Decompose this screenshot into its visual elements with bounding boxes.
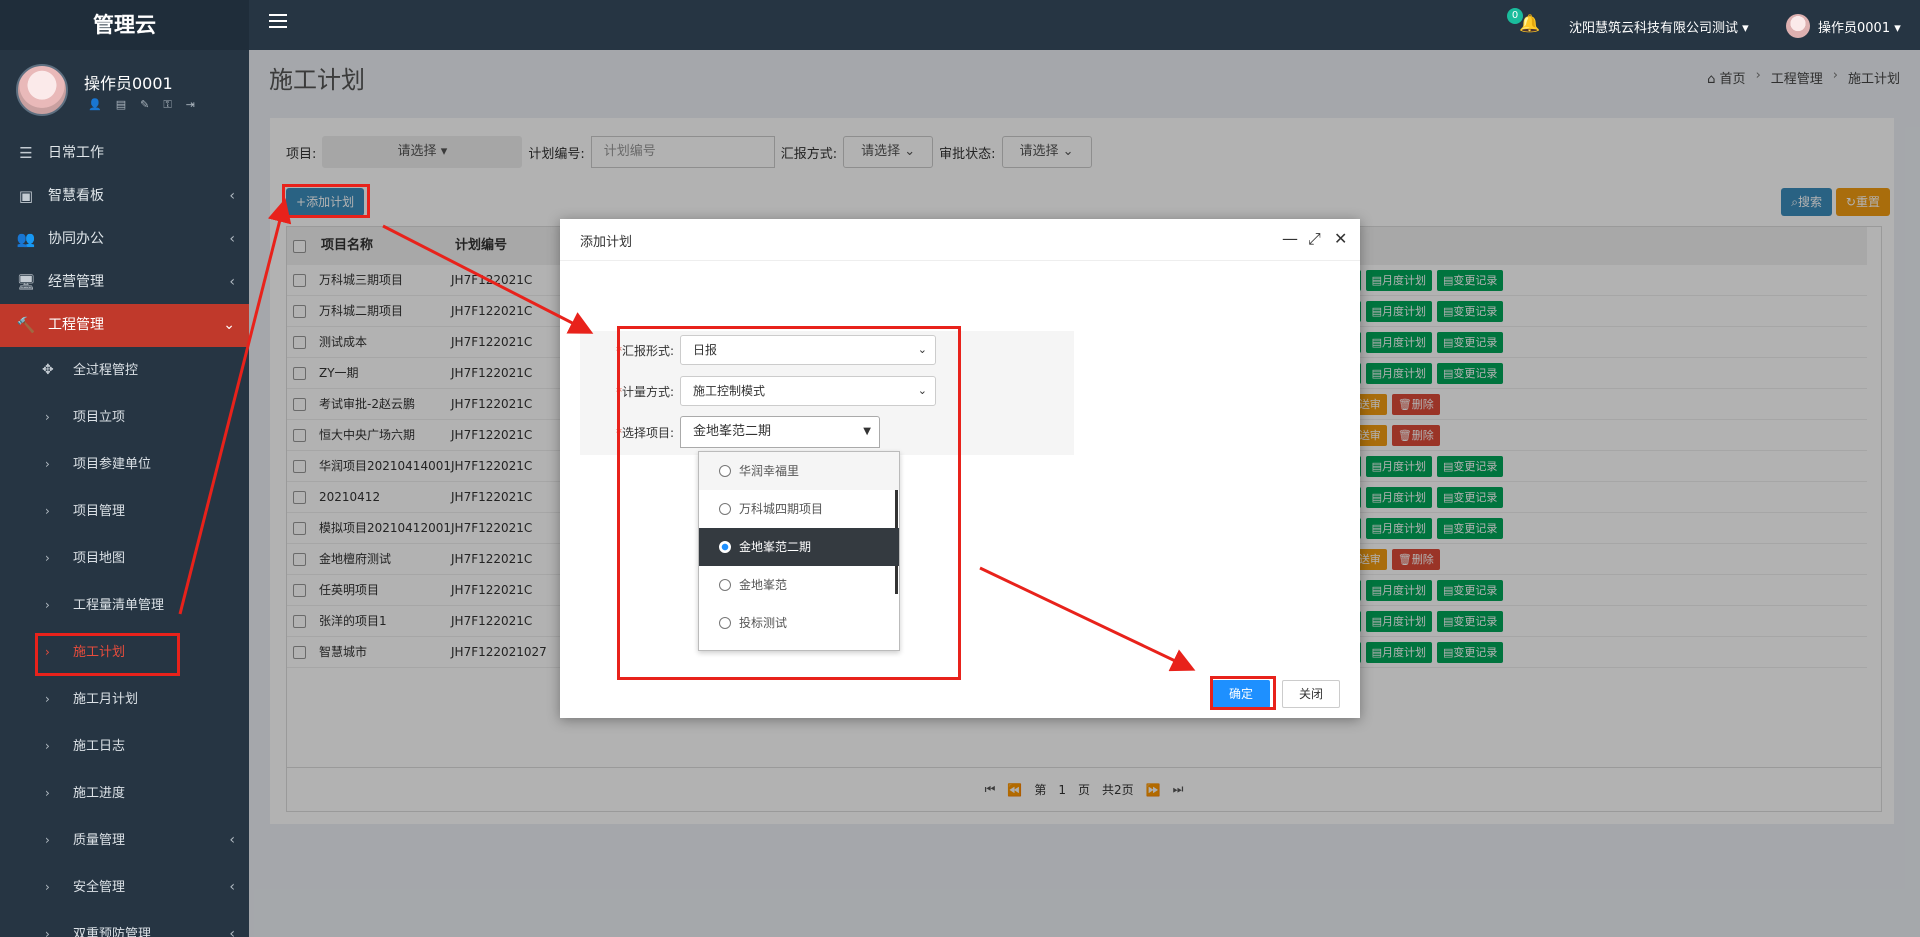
sidebar-menu: ☰ 日常工作 ▣ 智慧看板 ‹ 👥 协同办公 ‹ 🖥 经营管理 ‹ 🔨 工程管理 ⌄ ✥ 全过程管控 › 项目立项… xyxy=(0,132,249,937)
sidebar-item-1[interactable]: ▣ 智慧看板 ‹ xyxy=(0,175,249,218)
chevron-right-icon: › xyxy=(45,739,50,753)
chevron-icon: ‹ xyxy=(229,231,235,247)
sidebar-item-label: 日常工作 xyxy=(48,145,104,161)
menu-toggle-icon[interactable] xyxy=(269,14,287,34)
chevron-icon: ‹ xyxy=(229,926,235,937)
sidebar-subitem-11[interactable]: › 安全管理 ‹ xyxy=(0,864,249,911)
sidebar-subitem-8[interactable]: › 施工日志 xyxy=(0,723,249,770)
sidebar-subitem-5[interactable]: › 工程量清单管理 xyxy=(0,582,249,629)
maximize-icon[interactable]: ⤢ xyxy=(1308,229,1321,249)
annotation-box-confirm xyxy=(1210,676,1276,710)
key-icon[interactable]: ⚿ xyxy=(163,98,171,112)
sidebar-item-4[interactable]: 🔨 工程管理 ⌄ xyxy=(0,304,249,347)
sidebar-item-3[interactable]: 🖥 经营管理 ‹ xyxy=(0,261,249,304)
sidebar-subitem-4[interactable]: › 项目地图 xyxy=(0,535,249,582)
sidebar-item-label: 协同办公 xyxy=(48,231,104,247)
sidebar-subitem-label: 施工进度 xyxy=(73,786,126,801)
sidebar-item-2[interactable]: 👥 协同办公 ‹ xyxy=(0,218,249,261)
chevron-right-icon: › xyxy=(45,457,50,471)
chevron-right-icon: › xyxy=(45,504,50,518)
logout-icon[interactable]: ⇥ xyxy=(186,98,195,112)
modal-title: 添加计划 xyxy=(580,235,633,250)
chevron-icon: ‹ xyxy=(229,274,235,290)
sidebar-subitem-label: 施工月计划 xyxy=(73,692,139,707)
dashboard-icon: ▣ xyxy=(18,187,34,205)
edit-icon[interactable]: ✎ xyxy=(140,98,149,112)
sidebar-item-label: 智慧看板 xyxy=(48,188,104,204)
bell-icon[interactable]: 🔔 xyxy=(1519,14,1540,34)
annotation-box-form xyxy=(617,326,961,680)
annotation-box-sidebar xyxy=(35,633,180,676)
sidebar-subitem-10[interactable]: › 质量管理 ‹ xyxy=(0,817,249,864)
chevron-icon: ‹ xyxy=(229,879,235,895)
close-icon[interactable]: ✕ xyxy=(1334,229,1347,248)
sidebar-subitem-1[interactable]: › 项目立项 xyxy=(0,394,249,441)
sidebar-item-label: 工程管理 xyxy=(48,317,104,333)
chevron-icon: ‹ xyxy=(229,188,235,204)
sidebar-subitem-label: 全过程管控 xyxy=(73,363,139,378)
avatar xyxy=(16,64,68,116)
sidebar-subitem-label: 施工日志 xyxy=(73,739,126,754)
sidebar-item-label: 经营管理 xyxy=(48,274,104,290)
annotation-box-add xyxy=(282,184,370,218)
sidebar-subitem-label: 安全管理 xyxy=(73,880,126,895)
chevron-right-icon: › xyxy=(45,786,50,800)
chevron-right-icon: › xyxy=(45,880,50,894)
chevron-right-icon: › xyxy=(45,833,50,847)
company-dropdown[interactable]: 沈阳慧筑云科技有限公司测试 ▾ xyxy=(1569,17,1749,36)
sidebar: 管理云 操作员0001 👤 ▤ ✎ ⚿ ⇥ ☰ 日常工作 ▣ 智慧看板 ‹ 👥 协同办公 ‹ 🖥… xyxy=(0,0,249,937)
user-icon[interactable]: 👤 xyxy=(88,98,102,112)
close-button[interactable]: 关闭 xyxy=(1282,680,1340,708)
monitor-icon: 🖥 xyxy=(16,273,36,291)
user-name: 操作员0001 xyxy=(84,74,173,93)
sidebar-subitem-12[interactable]: › 双重预防管理 ‹ xyxy=(0,911,249,937)
sidebar-subitem-label: 项目立项 xyxy=(73,410,126,425)
modal-header: 添加计划 — ⤢ ✕ xyxy=(560,219,1360,261)
sidebar-subitem-0[interactable]: ✥ 全过程管控 xyxy=(0,347,249,394)
user-dropdown[interactable]: 操作员0001 ▾ xyxy=(1818,17,1901,36)
sidebar-subitem-label: 工程量清单管理 xyxy=(73,598,165,613)
sidebar-subitem-3[interactable]: › 项目管理 xyxy=(0,488,249,535)
user-panel: 操作员0001 👤 ▤ ✎ ⚿ ⇥ xyxy=(0,50,249,122)
chevron-right-icon: › xyxy=(45,598,50,612)
chevron-icon: ⌄ xyxy=(223,317,235,333)
sidebar-subitem-label: 项目地图 xyxy=(73,551,126,566)
minimize-icon[interactable]: — xyxy=(1282,229,1298,248)
crosshair-icon: ✥ xyxy=(42,362,54,378)
user-icon-bar: 👤 ▤ ✎ ⚿ ⇥ xyxy=(88,98,195,112)
topbar: 0 🔔 沈阳慧筑云科技有限公司测试 ▾ 操作员0001 ▾ xyxy=(249,0,1920,50)
chevron-right-icon: › xyxy=(45,692,50,706)
list-icon: ☰ xyxy=(19,144,33,162)
brand-logo: 管理云 xyxy=(0,0,249,50)
card-icon[interactable]: ▤ xyxy=(116,98,126,112)
top-user-name: 操作员0001 xyxy=(1818,21,1891,36)
chevron-icon: ‹ xyxy=(229,832,235,848)
chevron-right-icon: › xyxy=(45,551,50,565)
top-avatar[interactable] xyxy=(1786,14,1810,38)
sidebar-subitem-label: 双重预防管理 xyxy=(73,927,152,937)
sidebar-item-0[interactable]: ☰ 日常工作 xyxy=(0,132,249,175)
sidebar-subitem-label: 质量管理 xyxy=(73,833,126,848)
sidebar-subitem-9[interactable]: › 施工进度 xyxy=(0,770,249,817)
sidebar-subitem-7[interactable]: › 施工月计划 xyxy=(0,676,249,723)
company-name: 沈阳慧筑云科技有限公司测试 xyxy=(1569,21,1739,36)
chevron-right-icon: › xyxy=(45,927,50,937)
sidebar-subitem-label: 项目管理 xyxy=(73,504,126,519)
sidebar-subitem-2[interactable]: › 项目参建单位 xyxy=(0,441,249,488)
users-icon: 👥 xyxy=(16,230,36,248)
chevron-right-icon: › xyxy=(45,410,50,424)
hammer-icon: 🔨 xyxy=(16,316,36,334)
sidebar-subitem-label: 项目参建单位 xyxy=(73,457,152,472)
